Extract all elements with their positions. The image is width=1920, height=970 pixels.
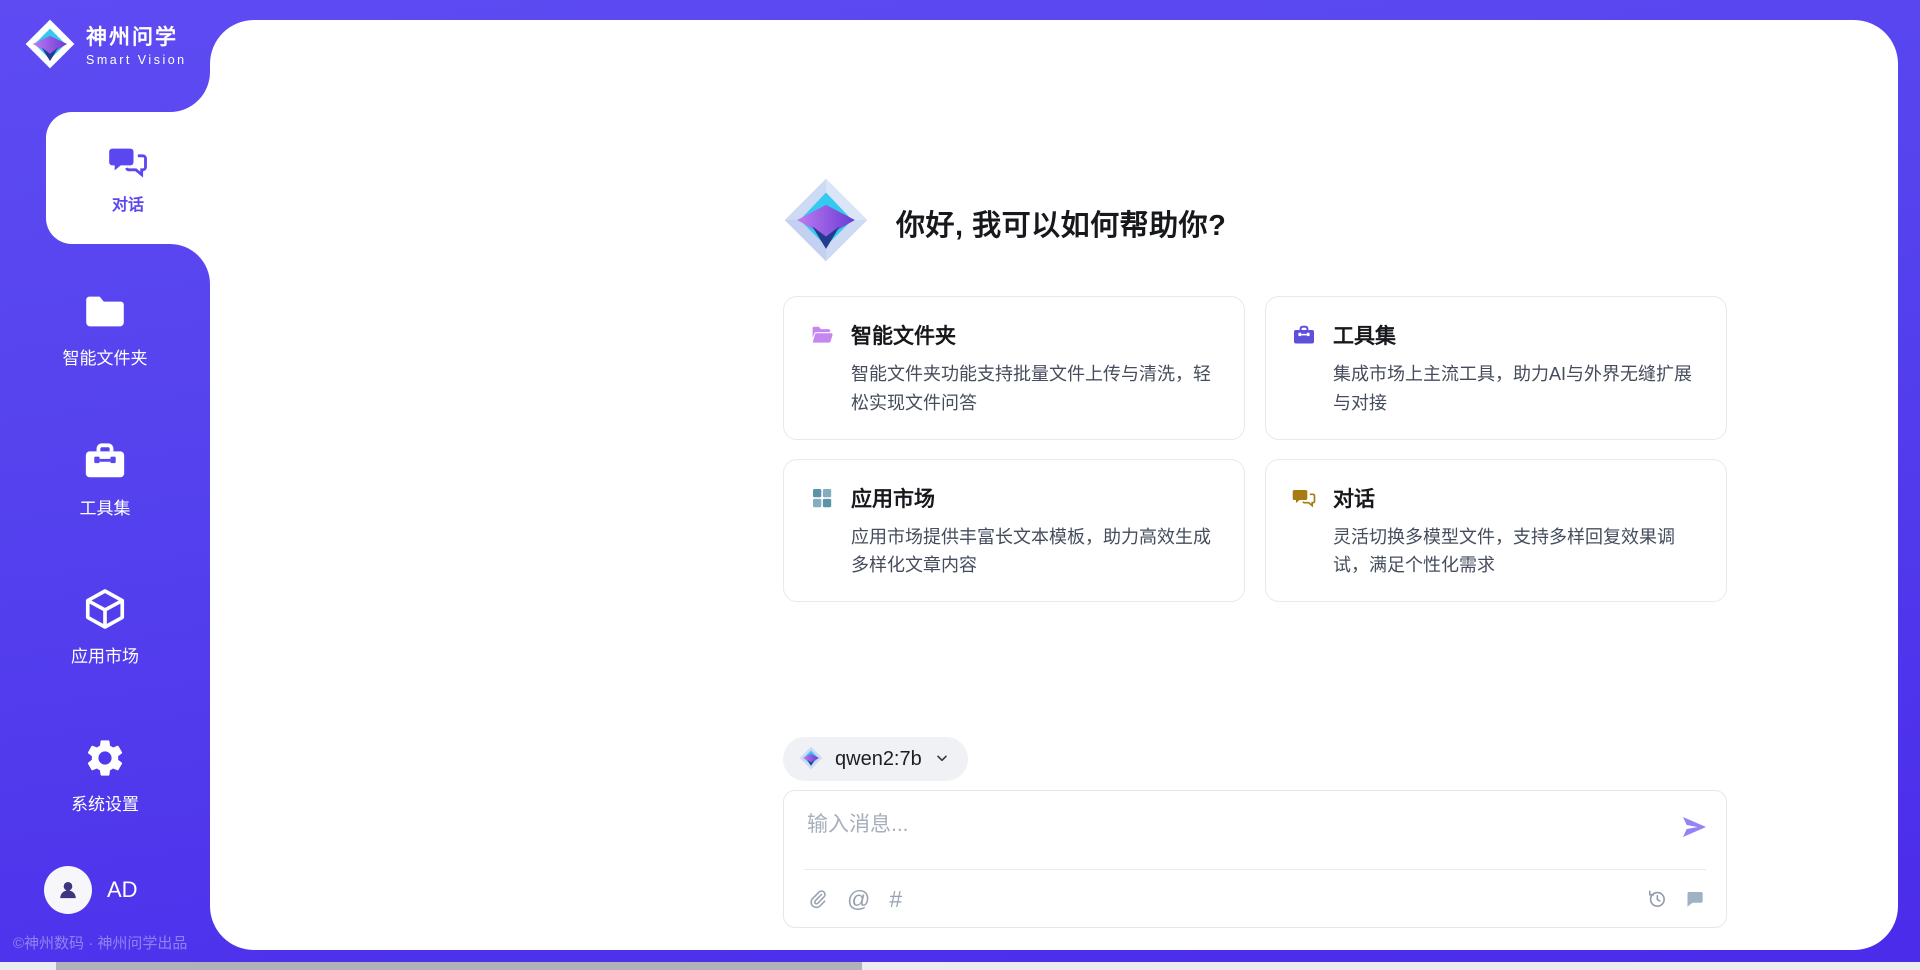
grid-icon	[810, 486, 834, 510]
feature-card-market[interactable]: 应用市场 应用市场提供丰富长文本模板，助力高效生成多样化文章内容	[783, 459, 1245, 603]
sidebar-item-label: 智能文件夹	[63, 344, 148, 369]
message-composer: @ #	[783, 790, 1727, 928]
sidebar-item-label: 应用市场	[71, 642, 139, 667]
greeting-diamond-icon	[782, 176, 870, 269]
history-icon	[1646, 888, 1668, 910]
feature-card-description: 智能文件夹功能支持批量文件上传与清洗，轻松实现文件问答	[851, 360, 1218, 418]
user-name: AD	[107, 877, 138, 903]
composer-divider	[804, 869, 1706, 870]
message-input[interactable]	[805, 806, 1639, 862]
gear-icon	[83, 736, 127, 780]
chat-icon	[108, 142, 148, 182]
greeting-title: 你好, 我可以如何帮助你?	[896, 202, 1226, 244]
paperclip-icon	[806, 888, 828, 910]
sidebar-item-market[interactable]: 应用市场	[0, 586, 210, 667]
attach-button[interactable]	[806, 888, 828, 910]
sidebar-item-settings[interactable]: 系统设置	[0, 736, 210, 815]
composer-toolbar: @ #	[806, 883, 1706, 915]
model-name: qwen2:7b	[835, 748, 922, 771]
user-icon	[55, 877, 81, 903]
mention-button[interactable]: @	[847, 888, 870, 911]
feature-cards: 智能文件夹 智能文件夹功能支持批量文件上传与清洗，轻松实现文件问答	[783, 296, 1727, 602]
brand-diamond-icon	[24, 18, 76, 75]
feature-card-description: 应用市场提供丰富长文本模板，助力高效生成多样化文章内容	[851, 523, 1218, 581]
feature-card-title: 对话	[1333, 483, 1375, 513]
feature-card-folders[interactable]: 智能文件夹 智能文件夹功能支持批量文件上传与清洗，轻松实现文件问答	[783, 296, 1245, 440]
cube-icon	[82, 586, 128, 632]
user-profile[interactable]: AD	[44, 866, 138, 914]
model-selector[interactable]: qwen2:7b	[783, 737, 968, 781]
sidebar-footer-text: ©神州数码 · 神州问学出品	[13, 932, 213, 953]
sidebar-item-folders[interactable]: 智能文件夹	[0, 288, 210, 369]
send-icon	[1680, 813, 1708, 841]
hash-button[interactable]: #	[889, 888, 902, 911]
toolbox-icon	[1292, 323, 1316, 347]
scrollbar-thumb[interactable]	[56, 962, 862, 970]
app-root: 神州问学 Smart Vision 对话 智能文件夹	[0, 0, 1920, 970]
main-panel: 你好, 我可以如何帮助你? 智能文件夹 智能文件夹功能支持批量文件上传与清洗，轻…	[210, 20, 1898, 950]
avatar	[44, 866, 92, 914]
folder-open-icon	[810, 323, 834, 347]
feature-card-description: 集成市场上主流工具，助力AI与外界无缝扩展与对接	[1333, 360, 1700, 418]
send-button[interactable]	[1680, 813, 1708, 841]
feature-card-title: 工具集	[1333, 320, 1396, 350]
feature-card-tools[interactable]: 工具集 集成市场上主流工具，助力AI与外界无缝扩展与对接	[1265, 296, 1727, 440]
toolbox-icon	[82, 438, 128, 484]
folder-icon	[82, 288, 128, 334]
sidebar-item-chat[interactable]: 对话	[46, 112, 210, 244]
sidebar: 神州问学 Smart Vision 对话 智能文件夹	[0, 0, 210, 970]
feature-card-title: 应用市场	[851, 483, 935, 513]
mention-icon: @	[847, 888, 870, 911]
sidebar-item-label: 系统设置	[71, 790, 139, 815]
comment-icon	[1684, 888, 1706, 910]
sidebar-item-tools[interactable]: 工具集	[0, 438, 210, 519]
feature-card-title: 智能文件夹	[851, 320, 956, 350]
model-logo-icon	[799, 746, 823, 773]
brand-logo: 神州问学 Smart Vision	[24, 18, 187, 75]
feature-card-description: 灵活切换多模型文件，支持多样回复效果调试，满足个性化需求	[1333, 523, 1700, 581]
horizontal-scrollbar[interactable]	[0, 962, 1920, 970]
feature-card-chat[interactable]: 对话 灵活切换多模型文件，支持多样回复效果调试，满足个性化需求	[1265, 459, 1727, 603]
chat-icon	[1292, 486, 1316, 510]
sidebar-item-label: 工具集	[80, 494, 131, 519]
hash-icon: #	[889, 888, 902, 911]
greeting-block: 你好, 我可以如何帮助你?	[782, 176, 1226, 269]
chevron-down-icon	[934, 750, 950, 769]
history-button[interactable]	[1646, 888, 1668, 910]
comment-button[interactable]	[1684, 888, 1706, 910]
sidebar-item-label: 对话	[112, 191, 144, 215]
